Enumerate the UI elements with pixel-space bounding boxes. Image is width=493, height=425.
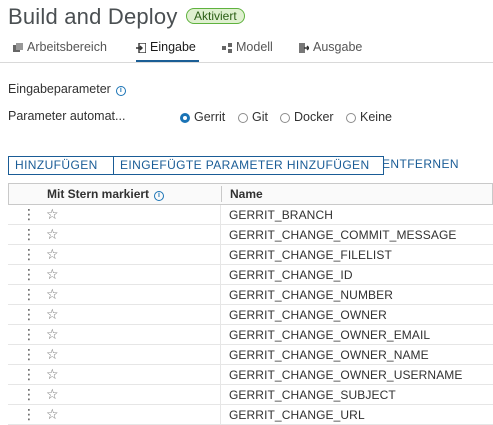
star-icon[interactable]: ☆ [46, 206, 59, 223]
star-icon[interactable]: ☆ [46, 266, 59, 283]
column-divider [220, 305, 221, 324]
param-name: GERRIT_CHANGE_SUBJECT [229, 388, 396, 402]
tab-modell[interactable]: Modell [222, 40, 273, 62]
tab-label: Modell [236, 40, 273, 54]
row-actions-icon[interactable]: ⋮ [22, 327, 36, 341]
info-icon[interactable]: i [115, 86, 126, 96]
table-row[interactable]: ⋮ ☆ GERRIT_CHANGE_NUMBER [8, 285, 493, 305]
params-grid: Mit Stern markiert i Name ⋮ ☆ GERRIT_BRANCH… [8, 183, 493, 425]
column-divider [220, 345, 221, 364]
page-title: Build and Deploy [8, 4, 178, 29]
param-name: GERRIT_CHANGE_OWNER_USERNAME [229, 368, 463, 382]
radio-icon[interactable] [280, 113, 290, 123]
add-button[interactable]: HINZUFÜGEN [8, 156, 114, 175]
column-divider [220, 285, 221, 304]
remove-button[interactable]: ENTFERNEN [376, 156, 465, 175]
star-icon[interactable]: ☆ [46, 246, 59, 263]
radio-keine[interactable]: Keine [346, 110, 392, 124]
column-divider [220, 325, 221, 344]
section-title-text: Eingabeparameter [8, 82, 111, 96]
radio-gerrit[interactable]: Gerrit [180, 110, 225, 124]
radio-git[interactable]: Git [238, 110, 268, 124]
column-divider[interactable] [221, 186, 222, 202]
workspace-icon [13, 43, 23, 52]
star-icon[interactable]: ☆ [46, 386, 59, 403]
grid-header: Mit Stern markiert i Name [8, 183, 493, 205]
table-row[interactable]: ⋮ ☆ GERRIT_CHANGE_OWNER_NAME [8, 345, 493, 365]
grid-body: ⋮ ☆ GERRIT_BRANCH ⋮ ☆ GERRIT_CHANGE_COMMIT_ME… [8, 205, 493, 425]
row-actions-icon[interactable]: ⋮ [22, 227, 36, 241]
column-divider [220, 265, 221, 284]
table-row[interactable]: ⋮ ☆ GERRIT_CHANGE_OWNER_USERNAME [8, 365, 493, 385]
tab-label: Eingabe [150, 40, 196, 54]
radio-selected-icon[interactable] [180, 113, 190, 123]
row-actions-icon[interactable]: ⋮ [22, 407, 36, 421]
param-name: GERRIT_CHANGE_OWNER_EMAIL [229, 328, 431, 342]
radio-label: Docker [294, 110, 334, 124]
star-icon[interactable]: ☆ [46, 366, 59, 383]
table-row[interactable]: ⋮ ☆ GERRIT_CHANGE_ID [8, 265, 493, 285]
column-header-starred[interactable]: Mit Stern markiert i [47, 187, 165, 201]
param-name: GERRIT_CHANGE_FILELIST [229, 248, 392, 262]
tab-label: Arbeitsbereich [27, 40, 107, 54]
table-row[interactable]: ⋮ ☆ GERRIT_CHANGE_OWNER [8, 305, 493, 325]
param-name: GERRIT_CHANGE_URL [229, 408, 365, 422]
radio-label: Gerrit [194, 110, 226, 124]
table-row[interactable]: ⋮ ☆ GERRIT_CHANGE_SUBJECT [8, 385, 493, 405]
star-icon[interactable]: ☆ [46, 306, 59, 323]
row-actions-icon[interactable]: ⋮ [22, 247, 36, 261]
row-actions-icon[interactable]: ⋮ [22, 367, 36, 381]
row-actions-icon[interactable]: ⋮ [22, 207, 36, 221]
star-icon[interactable]: ☆ [46, 286, 59, 303]
row-actions-icon[interactable]: ⋮ [22, 287, 36, 301]
column-divider [220, 205, 221, 224]
status-badge: Aktiviert [186, 8, 245, 24]
param-name: GERRIT_CHANGE_OWNER [229, 308, 387, 322]
column-divider [220, 405, 221, 424]
radio-label: Keine [360, 110, 392, 124]
column-divider [220, 365, 221, 384]
tab-arbeitsbereich[interactable]: Arbeitsbereich [13, 40, 107, 62]
star-icon[interactable]: ☆ [46, 226, 59, 243]
info-icon[interactable]: i [154, 191, 165, 201]
column-divider [220, 225, 221, 244]
param-name: GERRIT_CHANGE_COMMIT_MESSAGE [229, 228, 457, 242]
row-actions-icon[interactable]: ⋮ [22, 307, 36, 321]
radio-icon[interactable] [238, 113, 248, 123]
param-name: GERRIT_BRANCH [229, 208, 333, 222]
column-divider [220, 385, 221, 404]
output-icon [299, 43, 310, 53]
table-row[interactable]: ⋮ ☆ GERRIT_CHANGE_OWNER_EMAIL [8, 325, 493, 345]
row-actions-icon[interactable]: ⋮ [22, 387, 36, 401]
auto-params-label: Parameter automat... [8, 109, 126, 123]
add-injected-params-button[interactable]: EINGEFÜGTE PARAMETER HINZUFÜGEN [113, 156, 384, 175]
param-name: GERRIT_CHANGE_OWNER_NAME [229, 348, 429, 362]
row-actions-icon[interactable]: ⋮ [22, 267, 36, 281]
star-icon[interactable]: ☆ [46, 326, 59, 343]
radio-label: Git [252, 110, 268, 124]
radio-docker[interactable]: Docker [280, 110, 334, 124]
tab-bar: Arbeitsbereich Eingabe Modell Ausgabe [0, 36, 493, 63]
column-header-label: Mit Stern markiert [47, 187, 150, 201]
column-header-name[interactable]: Name [230, 187, 263, 201]
tab-ausgabe[interactable]: Ausgabe [299, 40, 362, 62]
table-row[interactable]: ⋮ ☆ GERRIT_CHANGE_COMMIT_MESSAGE [8, 225, 493, 245]
tab-label: Ausgabe [313, 40, 363, 54]
table-row[interactable]: ⋮ ☆ GERRIT_CHANGE_URL [8, 405, 493, 425]
tab-eingabe[interactable]: Eingabe [136, 40, 199, 62]
star-icon[interactable]: ☆ [46, 406, 59, 423]
input-icon [136, 42, 147, 54]
model-icon [222, 43, 232, 53]
star-icon[interactable]: ☆ [46, 346, 59, 363]
section-title: Eingabeparameter i [8, 82, 126, 96]
param-name: GERRIT_CHANGE_NUMBER [229, 288, 394, 302]
column-divider [220, 245, 221, 264]
radio-icon[interactable] [346, 113, 356, 123]
row-actions-icon[interactable]: ⋮ [22, 347, 36, 361]
table-row[interactable]: ⋮ ☆ GERRIT_BRANCH [8, 205, 493, 225]
param-name: GERRIT_CHANGE_ID [229, 268, 353, 282]
table-row[interactable]: ⋮ ☆ GERRIT_CHANGE_FILELIST [8, 245, 493, 265]
